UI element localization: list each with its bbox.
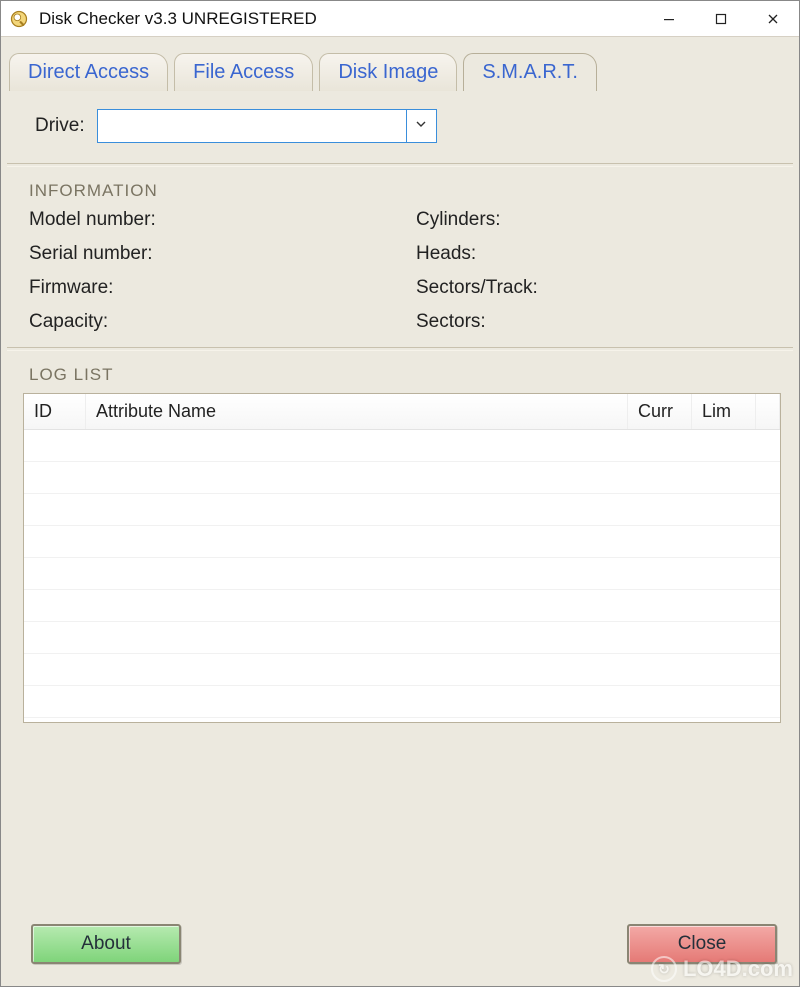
- table-row: [24, 494, 780, 526]
- table-row: [24, 430, 780, 462]
- app-icon: [7, 7, 31, 31]
- loglist-header: ID Attribute Name Curr Lim: [24, 394, 780, 430]
- table-row: [24, 590, 780, 622]
- col-id[interactable]: ID: [24, 394, 86, 429]
- info-capacity: Capacity:: [29, 311, 390, 333]
- loglist-container: ID Attribute Name Curr Lim: [1, 393, 799, 723]
- table-row: [24, 622, 780, 654]
- info-model-number: Model number:: [29, 209, 390, 231]
- tab-disk-image[interactable]: Disk Image: [319, 53, 457, 91]
- table-row: [24, 686, 780, 718]
- drive-combobox[interactable]: [97, 109, 437, 143]
- divider: [7, 166, 793, 167]
- information-heading: INFORMATION: [1, 173, 799, 209]
- tab-label: File Access: [193, 61, 294, 84]
- button-label: Close: [678, 933, 727, 955]
- loglist-body[interactable]: [24, 430, 780, 722]
- col-lim[interactable]: Lim: [692, 394, 756, 429]
- drive-input[interactable]: [98, 110, 406, 142]
- drive-label: Drive:: [35, 115, 85, 137]
- minimize-button[interactable]: [643, 1, 695, 36]
- info-sectors-track: Sectors/Track:: [416, 277, 777, 299]
- tab-direct-access[interactable]: Direct Access: [9, 53, 168, 91]
- app-window: Disk Checker v3.3 UNREGISTERED Direct Ac…: [0, 0, 800, 987]
- titlebar: Disk Checker v3.3 UNREGISTERED: [1, 1, 799, 37]
- divider: [7, 347, 793, 348]
- info-label: Firmware:: [29, 277, 113, 299]
- col-curr[interactable]: Curr: [628, 394, 692, 429]
- window-title: Disk Checker v3.3 UNREGISTERED: [39, 9, 643, 29]
- info-label: Cylinders:: [416, 209, 500, 231]
- info-cylinders: Cylinders:: [416, 209, 777, 231]
- table-row: [24, 526, 780, 558]
- window-controls: [643, 1, 799, 36]
- button-row: About Close: [1, 906, 799, 986]
- chevron-down-icon: [415, 117, 427, 135]
- loglist-heading: LOG LIST: [1, 357, 799, 393]
- divider: [7, 163, 793, 164]
- close-window-button[interactable]: [747, 1, 799, 36]
- table-row: [24, 654, 780, 686]
- info-label: Sectors:: [416, 311, 486, 333]
- drive-row: Drive:: [1, 91, 799, 161]
- info-label: Serial number:: [29, 243, 153, 265]
- tab-smart[interactable]: S.M.A.R.T.: [463, 53, 597, 91]
- tab-file-access[interactable]: File Access: [174, 53, 313, 91]
- info-heads: Heads:: [416, 243, 777, 265]
- info-label: Model number:: [29, 209, 156, 231]
- col-attribute-name[interactable]: Attribute Name: [86, 394, 628, 429]
- tab-label: Disk Image: [338, 61, 438, 84]
- divider: [7, 350, 793, 351]
- table-row: [24, 558, 780, 590]
- table-row: [24, 462, 780, 494]
- client-area: Direct Access File Access Disk Image S.M…: [1, 37, 799, 986]
- tab-label: Direct Access: [28, 61, 149, 84]
- info-serial-number: Serial number:: [29, 243, 390, 265]
- info-label: Capacity:: [29, 311, 108, 333]
- info-label: Heads:: [416, 243, 476, 265]
- info-sectors: Sectors:: [416, 311, 777, 333]
- maximize-button[interactable]: [695, 1, 747, 36]
- information-grid: Model number: Cylinders: Serial number: …: [1, 209, 799, 345]
- info-firmware: Firmware:: [29, 277, 390, 299]
- button-label: About: [81, 933, 131, 955]
- drive-dropdown-button[interactable]: [406, 110, 436, 142]
- close-button[interactable]: Close: [627, 924, 777, 964]
- tab-label: S.M.A.R.T.: [482, 61, 578, 84]
- tabstrip: Direct Access File Access Disk Image S.M…: [1, 47, 799, 91]
- about-button[interactable]: About: [31, 924, 181, 964]
- loglist-table[interactable]: ID Attribute Name Curr Lim: [23, 393, 781, 723]
- info-label: Sectors/Track:: [416, 277, 538, 299]
- col-spacer: [756, 394, 780, 429]
